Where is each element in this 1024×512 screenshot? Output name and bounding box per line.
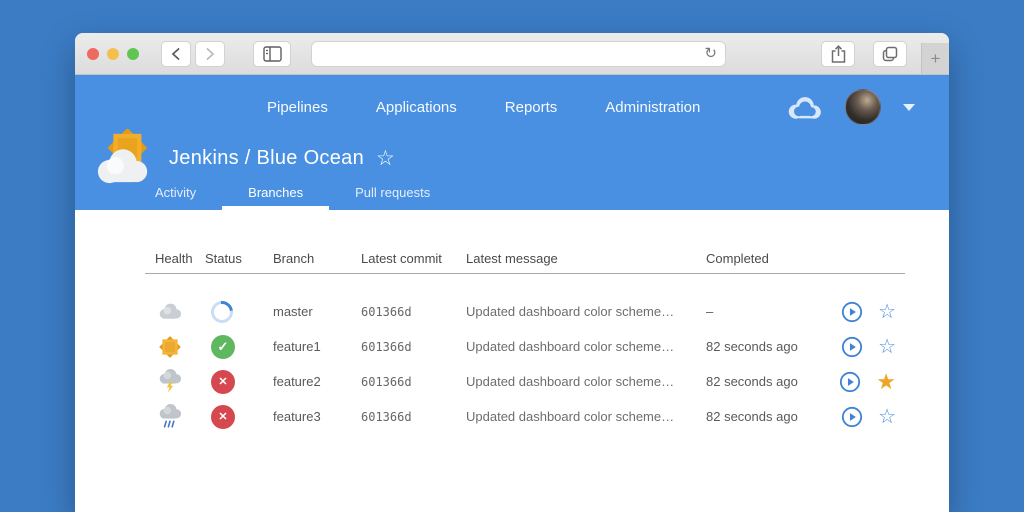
address-bar: ↻ xyxy=(311,41,726,67)
status-icon-cell: ✓ ✕ xyxy=(205,370,273,394)
table-row[interactable]: ✓ ✕ feature3 601366d Updated dashboard c… xyxy=(145,399,905,434)
column-header-status: Status xyxy=(205,251,273,266)
tab-activity[interactable]: Activity xyxy=(129,180,222,210)
forward-button[interactable] xyxy=(195,41,225,67)
run-button[interactable] xyxy=(841,406,863,428)
run-button[interactable] xyxy=(839,371,861,393)
failure-icon: ✕ xyxy=(211,370,235,394)
branch-name: feature2 xyxy=(273,374,361,389)
health-icon-cell xyxy=(145,404,205,429)
browser-window: ↻ + Pipelines Applications Reports Admin… xyxy=(75,33,949,512)
branch-name: feature3 xyxy=(273,409,361,424)
running-spinner-icon xyxy=(207,301,238,323)
completed-time: – xyxy=(706,304,816,319)
column-header-latest-commit: Latest commit xyxy=(361,251,466,266)
back-button[interactable] xyxy=(161,41,191,67)
latest-message: Updated dashboard color scheme… xyxy=(466,409,706,424)
weather-sunny-icon xyxy=(157,334,183,360)
toolbar-right-buttons xyxy=(821,41,907,67)
header-right-group xyxy=(785,89,949,125)
share-icon xyxy=(831,45,846,63)
health-icon-cell xyxy=(145,369,205,394)
nav-item-applications[interactable]: Applications xyxy=(376,99,457,116)
address-bar-input[interactable] xyxy=(320,46,704,62)
latest-commit: 601366d xyxy=(361,375,466,389)
row-actions: ☆★ xyxy=(816,301,905,323)
zoom-window-button[interactable] xyxy=(127,48,139,60)
table-body: ✓ ✕ master 601366d Updated dashboard col… xyxy=(145,274,949,434)
status-icon-cell: ✓ ✕ xyxy=(205,301,273,323)
tab-pull-requests[interactable]: Pull requests xyxy=(329,180,456,210)
latest-commit: 601366d xyxy=(361,340,466,354)
weather-sun-cloud-icon xyxy=(93,129,155,187)
weather-storm-icon xyxy=(157,369,183,394)
show-all-tabs-button[interactable] xyxy=(873,41,907,67)
run-button[interactable] xyxy=(841,336,863,358)
run-button[interactable] xyxy=(841,301,863,323)
user-menu-caret-icon[interactable] xyxy=(903,104,915,111)
row-actions: ☆★ xyxy=(816,336,905,358)
branches-content: Health Status Branch Latest commit Lates… xyxy=(75,210,949,434)
chevron-right-icon xyxy=(204,47,216,61)
failure-icon: ✕ xyxy=(211,405,235,429)
refresh-icon[interactable]: ↻ xyxy=(704,46,717,61)
branch-name: feature1 xyxy=(273,339,361,354)
tab-branches[interactable]: Branches xyxy=(222,180,329,210)
health-icon-cell xyxy=(145,302,205,320)
weather-cloudy-icon xyxy=(157,302,183,320)
favorite-star-button[interactable]: ☆★ xyxy=(878,407,896,427)
completed-time: 82 seconds ago xyxy=(706,339,816,354)
traffic-lights xyxy=(87,48,139,60)
close-window-button[interactable] xyxy=(87,48,99,60)
nav-item-administration[interactable]: Administration xyxy=(605,99,700,116)
health-icon-cell xyxy=(145,334,205,360)
tabs-overview-icon xyxy=(882,46,898,62)
favorite-star-button[interactable]: ☆★ xyxy=(876,372,896,392)
favorite-star-button[interactable]: ☆★ xyxy=(878,302,896,322)
nav-item-reports[interactable]: Reports xyxy=(505,99,558,116)
row-actions: ☆★ xyxy=(816,371,905,393)
branch-name: master xyxy=(273,304,361,319)
column-header-latest-message: Latest message xyxy=(466,251,706,266)
chevron-left-icon xyxy=(170,47,182,61)
nav-item-pipelines[interactable]: Pipelines xyxy=(267,99,328,116)
app-header: Pipelines Applications Reports Administr… xyxy=(75,75,949,210)
minimize-window-button[interactable] xyxy=(107,48,119,60)
completed-time: 82 seconds ago xyxy=(706,409,816,424)
status-icon-cell: ✓ ✕ xyxy=(205,335,273,359)
favorite-pipeline-star-icon[interactable]: ☆ xyxy=(376,146,395,171)
row-actions: ☆★ xyxy=(816,406,905,428)
table-row[interactable]: ✓ ✕ master 601366d Updated dashboard col… xyxy=(145,294,905,329)
column-header-health: Health xyxy=(145,251,205,266)
star-filled-icon: ★ xyxy=(876,369,896,394)
status-icon-cell: ✓ ✕ xyxy=(205,405,273,429)
history-buttons xyxy=(161,41,225,67)
latest-commit: 601366d xyxy=(361,410,466,424)
latest-message: Updated dashboard color scheme… xyxy=(466,374,706,389)
latest-message: Updated dashboard color scheme… xyxy=(466,304,706,319)
table-row[interactable]: ✓ ✕ feature1 601366d Updated dashboard c… xyxy=(145,329,905,364)
table-row[interactable]: ✓ ✕ feature2 601366d Updated dashboard c… xyxy=(145,364,905,399)
success-icon: ✓ xyxy=(211,335,235,359)
star-outline-icon: ☆ xyxy=(878,301,896,323)
pipeline-tabs: Activity Branches Pull requests xyxy=(129,180,456,210)
sidebar-icon xyxy=(263,46,282,62)
column-header-branch: Branch xyxy=(273,251,361,266)
new-tab-button[interactable]: + xyxy=(921,43,949,74)
browser-toolbar: ↻ + xyxy=(75,33,949,75)
star-outline-icon: ☆ xyxy=(878,406,896,428)
page-title: Jenkins / Blue Ocean xyxy=(169,147,364,170)
star-outline-icon: ☆ xyxy=(878,336,896,358)
user-avatar[interactable] xyxy=(845,89,881,125)
latest-message: Updated dashboard color scheme… xyxy=(466,339,706,354)
completed-time: 82 seconds ago xyxy=(706,374,816,389)
favorite-star-button[interactable]: ☆★ xyxy=(878,337,896,357)
cloud-icon xyxy=(785,94,825,121)
share-button[interactable] xyxy=(821,41,855,67)
table-header: Health Status Branch Latest commit Lates… xyxy=(145,244,905,274)
weather-rain-icon xyxy=(157,404,183,429)
latest-commit: 601366d xyxy=(361,305,466,319)
sidebar-toggle-button[interactable] xyxy=(253,41,291,67)
column-header-completed: Completed xyxy=(706,251,816,266)
